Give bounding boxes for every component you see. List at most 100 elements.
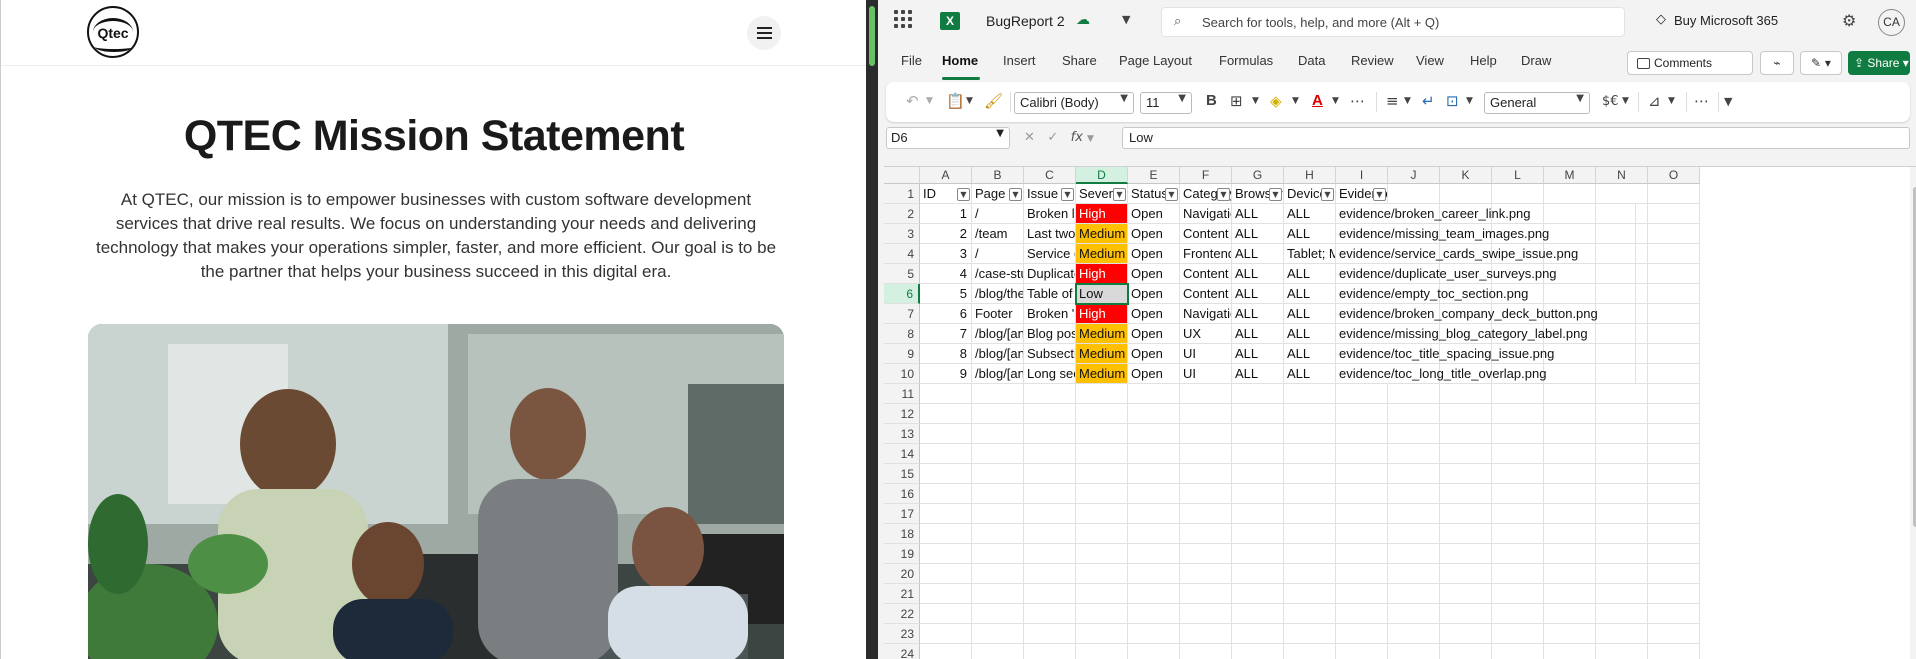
empty-cell[interactable]: [972, 484, 1024, 504]
tab-data[interactable]: Data: [1298, 53, 1325, 68]
cell-evidence[interactable]: evidence/broken_career_link.png: [1336, 204, 1636, 224]
empty-cell[interactable]: [1492, 544, 1544, 564]
empty-cell[interactable]: [1492, 484, 1544, 504]
cell-category[interactable]: Frontend: [1180, 244, 1232, 264]
empty-cell[interactable]: [1336, 604, 1388, 624]
empty-cell[interactable]: [972, 424, 1024, 444]
empty-cell[interactable]: [1648, 624, 1700, 644]
row-header-10[interactable]: 10: [884, 364, 920, 384]
cell-device[interactable]: ALL: [1284, 284, 1336, 304]
select-all-corner[interactable]: [884, 167, 920, 184]
merge-dropdown-icon[interactable]: ▼: [1466, 96, 1473, 106]
empty-cell[interactable]: [1232, 404, 1284, 424]
font-name-dropdown[interactable]: Calibri (Body) ▼: [1014, 92, 1134, 114]
cell-browser[interactable]: ALL: [1232, 324, 1284, 344]
gear-icon[interactable]: ⚙: [1842, 11, 1856, 30]
empty-cell[interactable]: [1388, 544, 1440, 564]
formula-input[interactable]: Low: [1122, 127, 1910, 149]
empty-cell[interactable]: [1440, 484, 1492, 504]
function-dropdown-icon[interactable]: ▼: [1087, 134, 1094, 144]
empty-cell[interactable]: [1076, 544, 1128, 564]
cell-page[interactable]: /team: [972, 224, 1024, 244]
cell-evidence[interactable]: evidence/toc_title_spacing_issue.png: [1336, 344, 1636, 364]
cell-device[interactable]: ALL: [1284, 304, 1336, 324]
app-launcher-icon[interactable]: [894, 10, 914, 30]
function-icon[interactable]: fx: [1071, 130, 1083, 145]
empty-cell[interactable]: [1440, 384, 1492, 404]
cell-page[interactable]: /blog/[any: [972, 344, 1024, 364]
empty-cell[interactable]: [1544, 504, 1596, 524]
row-header-24[interactable]: 24: [884, 644, 920, 659]
search-input[interactable]: [1202, 12, 1602, 32]
hamburger-menu-icon[interactable]: [747, 16, 781, 50]
empty-cell[interactable]: [1024, 604, 1076, 624]
empty-cell[interactable]: [1440, 424, 1492, 444]
row-header-11[interactable]: 11: [884, 384, 920, 404]
empty-cell[interactable]: [1128, 384, 1180, 404]
empty-cell[interactable]: [1544, 444, 1596, 464]
empty-cell[interactable]: [1440, 184, 1492, 204]
cell-browser[interactable]: ALL: [1232, 364, 1284, 384]
align-icon[interactable]: ≡: [1386, 92, 1399, 110]
wrap-text-icon[interactable]: ↵: [1422, 92, 1435, 110]
name-box[interactable]: D6 ▼: [886, 127, 1010, 149]
empty-cell[interactable]: [1076, 404, 1128, 424]
tab-formulas[interactable]: Formulas: [1219, 53, 1273, 68]
cell-page[interactable]: /: [972, 244, 1024, 264]
empty-cell[interactable]: [1544, 564, 1596, 584]
cell-evidence[interactable]: evidence/service_cards_swipe_issue.png: [1336, 244, 1636, 264]
empty-cell[interactable]: [1648, 644, 1700, 659]
empty-cell[interactable]: [1336, 624, 1388, 644]
filter-dropdown-icon[interactable]: ▼: [1373, 188, 1386, 201]
empty-cell[interactable]: [1128, 604, 1180, 624]
empty-cell[interactable]: [920, 424, 972, 444]
empty-cell[interactable]: [1128, 464, 1180, 484]
empty-cell[interactable]: [1180, 504, 1232, 524]
cell-severity[interactable]: Medium: [1076, 244, 1128, 264]
empty-cell[interactable]: [920, 384, 972, 404]
empty-cell[interactable]: [1232, 624, 1284, 644]
expand-ribbon-icon[interactable]: ▼: [1724, 95, 1732, 108]
empty-cell[interactable]: [1388, 424, 1440, 444]
empty-cell[interactable]: [1596, 444, 1648, 464]
empty-cell[interactable]: [1648, 404, 1700, 424]
cell-category[interactable]: UI: [1180, 364, 1232, 384]
row-header-6[interactable]: 6: [884, 284, 920, 304]
empty-cell[interactable]: [1128, 544, 1180, 564]
empty-cell[interactable]: [1128, 644, 1180, 659]
filter-dropdown-icon[interactable]: ▼: [1217, 188, 1230, 201]
empty-cell[interactable]: [1492, 444, 1544, 464]
paste-icon[interactable]: 📋: [946, 92, 965, 110]
cell-id[interactable]: 2: [920, 224, 972, 244]
empty-cell[interactable]: [1492, 384, 1544, 404]
empty-cell[interactable]: [1284, 544, 1336, 564]
empty-cell[interactable]: [1440, 644, 1492, 659]
empty-cell[interactable]: [1544, 524, 1596, 544]
empty-cell[interactable]: [1128, 584, 1180, 604]
empty-cell[interactable]: [1440, 584, 1492, 604]
row-header-16[interactable]: 16: [884, 484, 920, 504]
column-header-b[interactable]: B: [972, 167, 1024, 184]
cell-severity[interactable]: Medium: [1076, 224, 1128, 244]
cell-browser[interactable]: ALL: [1232, 304, 1284, 324]
empty-cell[interactable]: [1492, 404, 1544, 424]
empty-cell[interactable]: [1180, 644, 1232, 659]
cell-status[interactable]: Open: [1128, 344, 1180, 364]
cell-status[interactable]: Open: [1128, 224, 1180, 244]
row-header-18[interactable]: 18: [884, 524, 920, 544]
empty-cell[interactable]: [1336, 484, 1388, 504]
empty-cell[interactable]: [1284, 404, 1336, 424]
cell-page[interactable]: Footer: [972, 304, 1024, 324]
cell-category[interactable]: Navigation: [1180, 304, 1232, 324]
empty-cell[interactable]: [1180, 544, 1232, 564]
undo-dropdown-icon[interactable]: ▼: [926, 96, 933, 106]
cell-browser[interactable]: ALL: [1232, 204, 1284, 224]
empty-cell[interactable]: [972, 564, 1024, 584]
undo-icon[interactable]: ↶: [906, 92, 919, 110]
borders-icon[interactable]: ⊞: [1230, 92, 1243, 110]
cell-page[interactable]: /blog/[any: [972, 364, 1024, 384]
align-dropdown-icon[interactable]: ▼: [1404, 96, 1411, 106]
empty-cell[interactable]: [1336, 444, 1388, 464]
empty-cell[interactable]: [1648, 324, 1700, 344]
empty-cell[interactable]: [1232, 644, 1284, 659]
